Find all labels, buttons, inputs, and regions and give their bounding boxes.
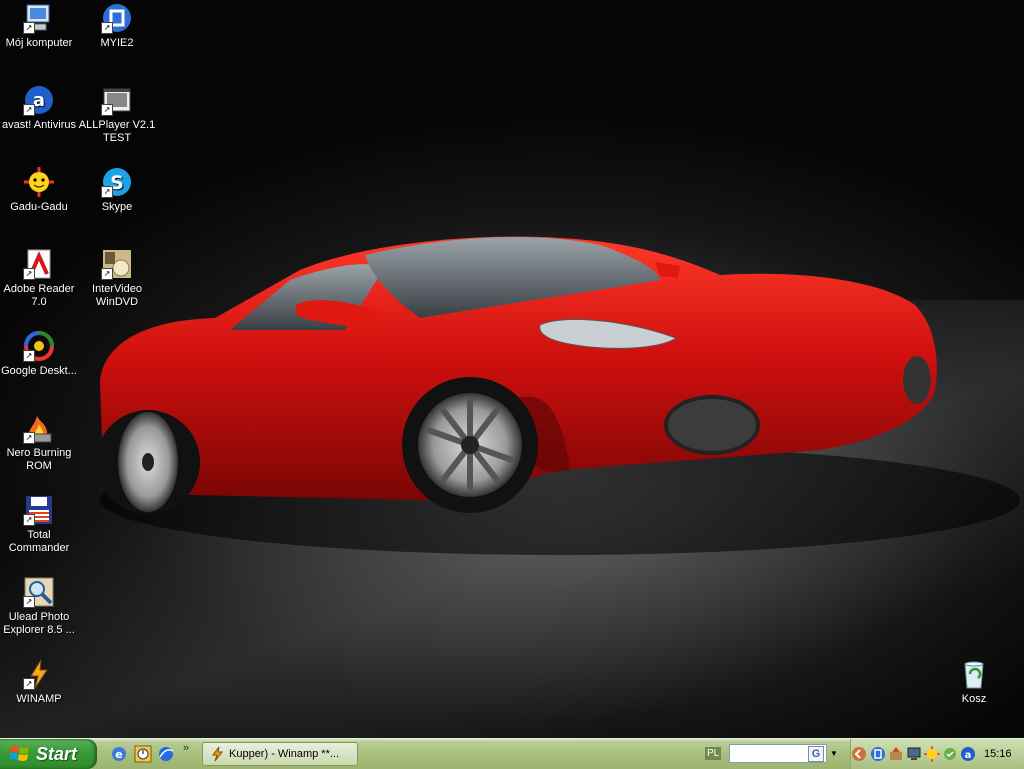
desktop-icon-label: WINAMP	[16, 693, 62, 705]
windvd-icon: ↗	[101, 248, 133, 280]
adobe-reader-icon: ↗	[23, 248, 55, 280]
desktop-icon-skype[interactable]: S ↗ Skype	[78, 166, 156, 214]
desktop-icon-label: Kosz	[961, 693, 987, 705]
desktop-icon-label: Adobe Reader 7.0	[3, 283, 75, 308]
svg-text:e: e	[115, 748, 122, 761]
desktop-icon-label: avast! Antivirus	[2, 119, 76, 131]
quicklaunch-ie-icon[interactable]: e	[110, 745, 128, 763]
desktop-icon-label: Skype	[101, 201, 133, 213]
myie2-icon: ↗	[101, 2, 133, 34]
tray-network-icon[interactable]	[906, 746, 922, 762]
desktop-icon-gadu-gadu[interactable]: Gadu-Gadu	[0, 166, 78, 214]
language-indicator[interactable]: PL	[705, 747, 722, 760]
address-toolbar-input[interactable]: G	[729, 744, 827, 763]
taskbar-winamp-button[interactable]: Kupper) - Winamp **...	[202, 742, 358, 766]
desktop-icon-total-commander[interactable]: ↗ Total Commander	[0, 494, 78, 555]
skype-icon: S ↗	[101, 166, 133, 198]
my-computer-icon: ↗	[23, 2, 55, 34]
system-clock[interactable]: 15:16	[984, 748, 1012, 760]
tray-collapse-icon[interactable]	[851, 746, 867, 762]
desktop-icon-myie2[interactable]: ↗ MYIE2	[78, 2, 156, 50]
desktop-icon-label: Total Commander	[8, 529, 70, 554]
tray-myie2-icon[interactable]	[870, 746, 886, 762]
windows-logo-icon	[10, 746, 29, 761]
quicklaunch-browser-icon[interactable]	[157, 745, 175, 763]
ulead-icon: ↗	[23, 576, 55, 608]
desktop-icon-avast[interactable]: a ↗ avast! Antivirus	[0, 84, 78, 132]
desktop-icon-my-computer[interactable]: ↗ Mój komputer	[0, 2, 78, 50]
desktop-icon-recycle-bin[interactable]: Kosz	[935, 658, 1013, 706]
winamp-icon: ↗	[23, 658, 55, 690]
start-button[interactable]: Start	[0, 739, 97, 769]
desktop-icon-label: Gadu-Gadu	[10, 201, 68, 213]
total-commander-icon: ↗	[23, 494, 55, 526]
gadu-gadu-icon	[23, 166, 55, 198]
address-dropdown-icon[interactable]: ▼	[830, 749, 838, 758]
desktop-icon-label: ALLPlayer V2.1 TEST	[78, 119, 156, 144]
taskbar-button-label: Kupper) - Winamp **...	[229, 748, 340, 760]
quicklaunch-overflow-button[interactable]: »	[183, 742, 189, 754]
tray-nero-icon[interactable]	[942, 746, 958, 762]
allplayer-icon: ↗	[101, 84, 133, 116]
desktop-icon-windvd[interactable]: ↗ InterVideo WinDVD	[78, 248, 156, 309]
avast-icon: a ↗	[23, 84, 55, 116]
desktop-icon-label: Nero Burning ROM	[6, 447, 72, 472]
start-label: Start	[36, 743, 78, 764]
google-desktop-icon: ↗	[23, 330, 55, 362]
winamp-icon	[212, 746, 224, 762]
google-go-button[interactable]: G	[808, 746, 824, 762]
desktop-icon-label: Ulead Photo Explorer 8.5 ...	[3, 611, 75, 636]
tray-tool-icon[interactable]	[888, 746, 904, 762]
system-tray: a 15:16	[850, 739, 1024, 769]
desktop-icon-label: MYIE2	[100, 37, 134, 49]
desktop-icon-label: InterVideo WinDVD	[92, 283, 142, 308]
desktop-icon-nero[interactable]: ↗ Nero Burning ROM	[0, 412, 78, 473]
desktop-icon-label: Mój komputer	[5, 37, 73, 49]
desktop-icon-winamp[interactable]: ↗ WINAMP	[0, 658, 78, 706]
desktop-icon-allplayer[interactable]: ↗ ALLPlayer V2.1 TEST	[78, 84, 156, 145]
svg-text:a: a	[965, 750, 972, 761]
nero-icon: ↗	[23, 412, 55, 444]
desktop-icon-adobe-reader[interactable]: ↗ Adobe Reader 7.0	[0, 248, 78, 309]
quicklaunch-clock-icon[interactable]	[134, 745, 152, 763]
desktop-icon-google-desktop[interactable]: ↗ Google Deskt...	[0, 330, 78, 378]
recycle-bin-icon	[958, 658, 990, 690]
desktop-icon-ulead[interactable]: ↗ Ulead Photo Explorer 8.5 ...	[0, 576, 78, 637]
desktop-icon-label: Google Deskt...	[1, 365, 77, 377]
taskbar: Start e » Kupper) - Winamp **... PL G ▼ …	[0, 738, 1024, 769]
tray-gadu-gadu-icon[interactable]	[924, 746, 940, 762]
tray-avast-icon[interactable]: a	[960, 746, 976, 762]
